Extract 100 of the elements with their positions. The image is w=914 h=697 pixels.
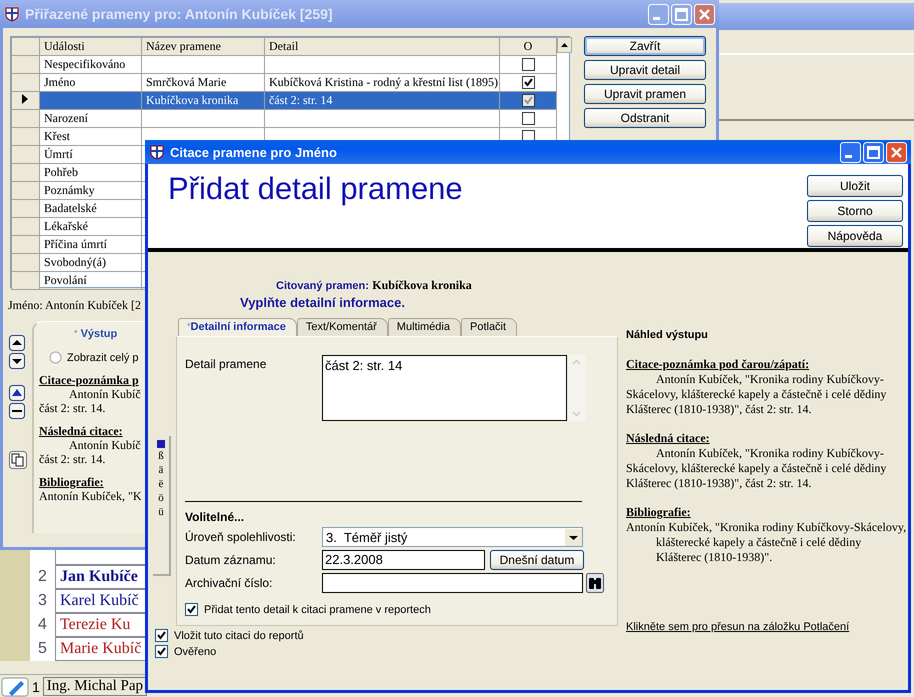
table-cell: Poznámky: [44, 183, 95, 197]
color-square-icon[interactable]: [157, 440, 165, 448]
app-icon: [149, 144, 165, 160]
checkbox[interactable]: [522, 112, 534, 125]
table-cell: Kubíčková Kristina - rodný a křestní list (1895): [269, 75, 498, 89]
table-cell: Příčina úmrtí: [44, 237, 107, 251]
field-label: Datum záznamu:: [185, 553, 277, 567]
column-header[interactable]: O: [500, 38, 556, 56]
character-button[interactable]: ë: [158, 478, 164, 490]
maximize-icon[interactable]: [863, 142, 884, 162]
field-label: Úroveň spolehlivosti:: [185, 530, 297, 544]
column-header[interactable]: Události: [40, 38, 142, 56]
reliability-dropdown[interactable]: 3. Téměř jistý: [322, 527, 583, 547]
row-number: 5: [37, 640, 48, 658]
citation-text: Antonín Kubíček, "Kronika rodiny Kubíčkovy-Skácelovy, klášterecké kapely a částečně i celé dědiny Klášterec (1810-1938)".: [626, 520, 908, 565]
radio-button[interactable]: [49, 351, 62, 364]
citation-text: Antonín Kubíč: [68, 387, 141, 401]
checkbox[interactable]: [185, 603, 198, 616]
section-heading: Bibliografie:: [626, 505, 692, 520]
move-down-icon[interactable]: [9, 353, 25, 369]
character-button[interactable]: ä: [158, 464, 164, 476]
row-number: 2: [37, 568, 48, 586]
app-icon: [4, 6, 20, 22]
column-header[interactable]: Název pramene: [142, 38, 264, 56]
dialog-button[interactable]: Storno: [807, 200, 903, 222]
checkbox-label[interactable]: Ověřeno: [174, 646, 216, 658]
table-cell: Smrčková Marie: [146, 75, 226, 89]
checkbox[interactable]: [155, 629, 168, 642]
current-row-icon: [22, 94, 28, 104]
section-heading: Citace-poznámka p: [39, 373, 139, 387]
dialog-button[interactable]: Odstranit: [584, 108, 706, 128]
dialog-button[interactable]: Nápověda: [807, 225, 903, 247]
section-heading: Následná citace:: [626, 431, 711, 446]
expand-icon[interactable]: [9, 385, 25, 401]
row-number: 4: [37, 616, 48, 634]
page-heading: Přidat detail pramene: [168, 171, 463, 208]
output-tab[interactable]: * Výstup: [74, 328, 118, 340]
table-cell: Úmrtí: [44, 147, 73, 161]
table-cell: Lékařské: [44, 219, 88, 233]
table-cell: Narození: [44, 111, 88, 125]
scroll-up-icon[interactable]: [557, 37, 572, 53]
table-cell: Jméno: [44, 75, 76, 89]
table-cell: Povolání: [44, 273, 87, 287]
row-number: 3: [37, 592, 48, 610]
row-number: 1: [32, 678, 40, 694]
citation-text: Antonín Kubíč: [68, 438, 141, 452]
column-header[interactable]: Detail: [264, 38, 500, 56]
table-cell: Nespecifikováno: [44, 57, 126, 71]
dialog-button[interactable]: Upravit pramen: [584, 84, 706, 104]
character-button[interactable]: ß: [158, 450, 164, 462]
archive-number-field[interactable]: [322, 573, 583, 593]
tab[interactable]: Potlačit: [460, 318, 518, 336]
field-label: Detail pramene: [185, 357, 268, 371]
checkbox[interactable]: [522, 76, 534, 89]
table-cell: Badatelské: [44, 201, 97, 215]
citation-text: část 2: str. 14.: [39, 452, 106, 466]
person-label: Jméno: Antonín Kubíček [2: [8, 298, 141, 313]
checkbox[interactable]: [155, 645, 168, 658]
dialog-button[interactable]: Zavřít: [584, 36, 706, 56]
detail-text-area[interactable]: část 2: str. 14: [322, 355, 567, 421]
tab[interactable]: *Detailní informace: [178, 318, 297, 336]
close-icon[interactable]: [886, 142, 907, 162]
date-field[interactable]: 22.3.2008: [322, 550, 485, 570]
today-button[interactable]: Dnešní datum: [490, 550, 584, 570]
tab[interactable]: Multimédia: [388, 318, 461, 336]
section-heading: Citace-poznámka pod čarou/zápatí:: [626, 357, 810, 372]
checkbox-label[interactable]: Vložit tuto citaci do reportů: [174, 630, 304, 642]
cited-source: Citovaný pramen: Kubíčkova kronika: [276, 278, 473, 293]
table-cell: Pohřeb: [44, 165, 78, 179]
tab[interactable]: Text/Komentář: [296, 318, 388, 336]
move-up-icon[interactable]: [9, 335, 25, 351]
collapse-icon[interactable]: [9, 403, 25, 419]
copy-icon[interactable]: [9, 451, 27, 469]
section-heading: Následná citace:: [39, 424, 123, 438]
checkbox-label[interactable]: Přidat tento detail k citaci pramene v reportech: [204, 604, 431, 616]
field-label: Archivační číslo:: [185, 576, 274, 590]
dialog-button[interactable]: Upravit detail: [584, 60, 706, 80]
suppress-tab-link[interactable]: Klikněte sem pro přesun na záložku Potlačení: [626, 620, 908, 635]
table-cell: Křest: [44, 129, 70, 143]
checkbox[interactable]: [522, 58, 534, 71]
window-title: Citace pramene pro Jméno: [170, 144, 338, 160]
table-cell: část 2: str. 14: [269, 93, 332, 107]
radio-label[interactable]: Zobrazit celý p: [67, 352, 139, 364]
checkbox[interactable]: [522, 94, 534, 107]
character-button[interactable]: ü: [158, 506, 164, 518]
dialog-button[interactable]: Uložit: [807, 175, 903, 197]
window-title: Přiřazené prameny pro: Antonín Kubíček [259]: [25, 6, 334, 22]
person-name[interactable]: Ing. Michal Pap: [42, 677, 148, 696]
instruction-text: Vyplňte detailní informace.: [240, 295, 406, 310]
table-cell: Kubíčkova kronika: [146, 93, 238, 107]
minimize-icon[interactable]: [840, 142, 861, 162]
citation-text: Antonín Kubíček, "Kronika rodiny Kubíčkovy-Skácelovy, klášterecké kapely a částečně i celé dědiny Klášterec (1810-1938)", část 2: str. 14.: [626, 372, 888, 417]
pencil-icon[interactable]: [1, 676, 29, 696]
table-cell: Svobodný(á): [44, 255, 106, 269]
citation-text: část 2: str. 14.: [39, 401, 106, 415]
preview-title: Náhled výstupu: [626, 328, 709, 343]
citation-text: Antonín Kubíček, "K: [39, 489, 142, 503]
section-heading: Bibliografie:: [39, 475, 104, 489]
citation-text: Antonín Kubíček, "Kronika rodiny Kubíčkovy-Skácelovy, klášterecké kapely a částečně i celé dědiny Klášterec (1810-1938)", část 2: str. 14.: [626, 446, 888, 491]
character-button[interactable]: ö: [158, 492, 164, 504]
